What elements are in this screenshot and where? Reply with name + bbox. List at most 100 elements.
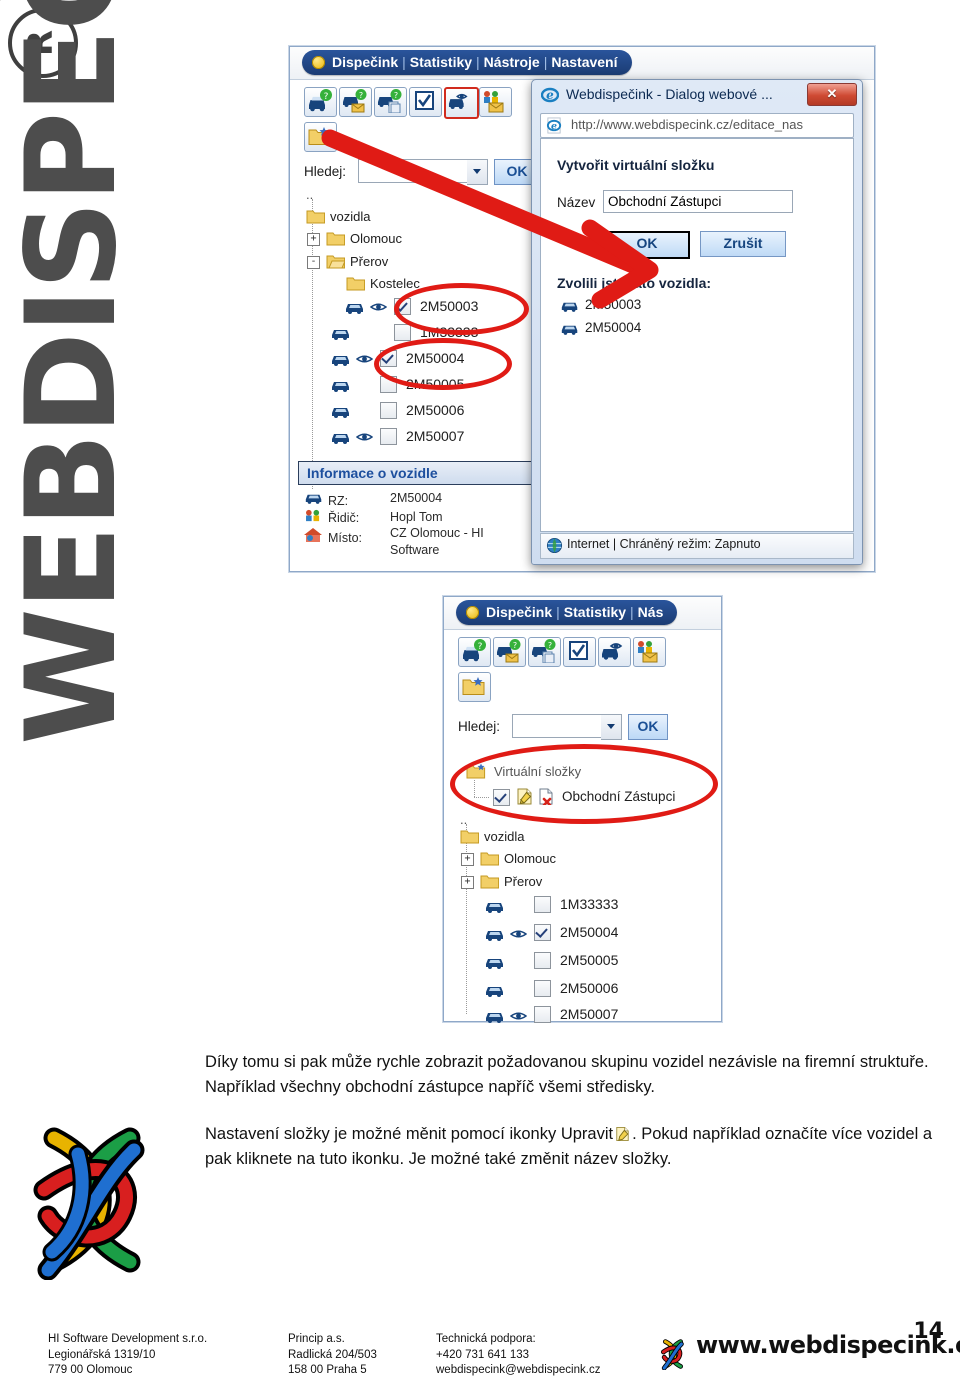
footer-url-text: www.webdispecink.cz [696, 1331, 960, 1359]
new-folder-icon-button[interactable] [458, 672, 491, 702]
svg-text:?: ? [324, 92, 329, 102]
tree-node-olomouc[interactable]: Olomouc [504, 851, 556, 866]
folder-icon [306, 209, 326, 224]
ie-address-text: http://www.webdispecink.cz/editace_nas [571, 117, 803, 132]
tree-node-prerov[interactable]: Přerov [350, 254, 388, 269]
menu-items[interactable]: Dispečink | Statistiky | Nástroje | Nastavení [302, 50, 632, 75]
vehicle-eye-icon-button[interactable] [598, 637, 631, 667]
tree-node-vozidla[interactable]: vozidla [330, 209, 370, 224]
checkbox-icon-button[interactable] [409, 87, 442, 117]
search-ok-button[interactable]: OK [628, 714, 668, 740]
folder-icon [346, 276, 366, 291]
paragraph-2: Nastavení složky je možné měnit pomocí i… [205, 1122, 950, 1172]
footer-line: 779 00 Olomouc [48, 1364, 133, 1376]
vehicle-checkbox[interactable] [534, 896, 551, 913]
menu-separator: | [630, 604, 634, 620]
search-input[interactable] [358, 159, 472, 183]
collapse-prerov-button[interactable]: - [307, 256, 320, 269]
app-menubar: Dispečink | Statistiky | Nás [444, 597, 721, 630]
menu-items[interactable]: Dispečink | Statistiky | Nás [456, 600, 678, 625]
ie-dialog-title: Webdispečink - Dialog webové ... [566, 86, 773, 102]
folder-name-input[interactable] [603, 190, 793, 213]
folder-open-icon [326, 254, 346, 269]
folder-icon [480, 874, 500, 889]
vehicle-checkbox[interactable] [534, 952, 551, 969]
menu-item-nastroje[interactable]: Nás [638, 604, 664, 620]
svg-text:?: ? [359, 91, 363, 100]
footer-line: 158 00 Praha 5 [288, 1364, 367, 1376]
vehicle-checkbox[interactable] [534, 980, 551, 997]
svg-text:?: ? [394, 91, 398, 100]
new-folder-icon-button[interactable] [304, 122, 337, 152]
edit-icon [615, 1125, 630, 1142]
tree-node-kostelec[interactable]: Kostelec [370, 276, 420, 291]
menu-separator: | [402, 54, 406, 70]
search-label: Hledej: [458, 719, 501, 734]
menu-item-statistiky[interactable]: Statistiky [564, 604, 626, 620]
vehicle-info-label: Místo: [328, 531, 363, 545]
svg-text:e: e [551, 121, 557, 132]
menu-item-nastroje[interactable]: Nástroje [484, 54, 540, 70]
vehicle-label[interactable]: 1M33333 [560, 896, 618, 912]
group-mail-icon-button[interactable] [479, 87, 512, 117]
vehicle-question-icon-button[interactable]: ? [458, 637, 491, 667]
vehicle-copy-icon-button[interactable]: ? [374, 87, 407, 117]
ie-address-bar[interactable]: e http://www.webdispecink.cz/editace_nas [540, 113, 854, 138]
dialog-ok-button[interactable]: OK [604, 231, 690, 259]
group-mail-icon-button[interactable] [633, 637, 666, 667]
vehicle-checkbox[interactable] [380, 402, 397, 419]
svg-text:?: ? [478, 642, 483, 652]
menu-separator: | [556, 604, 560, 620]
tree-node-prerov[interactable]: Přerov [504, 874, 542, 889]
paragraph-1: Díky tomu si pak může rychle zobrazit po… [205, 1053, 929, 1096]
menu-item-dispecink[interactable]: Dispečink [486, 604, 552, 620]
vehicle-mail-icon-button[interactable]: ? [339, 87, 372, 117]
tree-node-olomouc[interactable]: Olomouc [350, 231, 402, 246]
search-label: Hledej: [304, 164, 347, 179]
search-dropdown-button[interactable] [601, 714, 622, 740]
menu-item-statistiky[interactable]: Statistiky [410, 54, 472, 70]
selected-vehicle-label: 2M50004 [585, 320, 642, 335]
footer-line: webdispecink@webdispecink.cz [436, 1364, 601, 1376]
webdispecink-flower-logo [22, 1120, 162, 1281]
expand-prerov-button[interactable]: + [461, 876, 474, 889]
selected-vehicle-label: 2M50003 [585, 297, 642, 312]
ie-status-text: Internet | Chráněný režim: Zapnuto [567, 537, 761, 551]
menu-item-nastaveni[interactable]: Nastavení [551, 54, 617, 70]
vehicle-info-value: 2M50004 [390, 491, 443, 505]
vehicle-label[interactable]: 2M50007 [406, 428, 464, 444]
search-dropdown-button[interactable] [467, 159, 488, 185]
vehicle-question-icon-button[interactable]: ? [304, 87, 337, 117]
status-dot-icon [312, 56, 325, 69]
close-icon[interactable]: ✕ [807, 83, 857, 106]
ie-dialog-titlebar[interactable]: e Webdispečink - Dialog webové ... ✕ [532, 80, 862, 110]
vehicle-checkbox[interactable] [534, 924, 551, 941]
vehicle-eye-icon-button[interactable] [444, 87, 479, 119]
vehicle-label[interactable]: 2M50006 [406, 402, 464, 418]
menu-item-dispecink[interactable]: Dispečink [332, 54, 398, 70]
dialog-cancel-button[interactable]: Zrušit [700, 231, 786, 257]
footer-url: www.webdispecink.cz® [696, 1333, 960, 1357]
vehicle-copy-icon-button[interactable]: ? [528, 637, 561, 667]
vehicle-label[interactable]: 2M50006 [560, 980, 618, 996]
footer-column-company: HI Software Development s.r.o. Legionářs… [48, 1332, 207, 1379]
vehicle-info-title: Informace o vozidle [298, 461, 556, 485]
vehicle-mail-icon-button[interactable]: ? [493, 637, 526, 667]
vehicle-label[interactable]: 2M50005 [560, 952, 618, 968]
ie-status-bar: Internet | Chráněný režim: Zapnuto [540, 533, 854, 559]
vehicle-checkbox[interactable] [394, 324, 411, 341]
annotation-ellipse-vehicle-1 [394, 283, 529, 335]
menu-separator: | [543, 54, 548, 70]
vehicle-label[interactable]: 2M50004 [560, 924, 618, 940]
checkbox-icon-button[interactable] [563, 637, 596, 667]
dialog-heading: Vytvořit virtuální složku [557, 157, 715, 173]
expand-olomouc-button[interactable]: + [307, 233, 320, 246]
ie-dialog-content: Vytvořit virtuální složku Název OK Zruši… [540, 138, 854, 532]
vehicle-checkbox[interactable] [380, 428, 397, 445]
expand-olomouc-button[interactable]: + [461, 853, 474, 866]
footer-column-support: Technická podpora: +420 731 641 133 webd… [436, 1332, 600, 1379]
vehicle-info-value: Hopl Tom [390, 510, 443, 524]
svg-text:e: e [546, 88, 554, 102]
tree-node-vozidla[interactable]: vozidla [484, 829, 524, 844]
search-input[interactable] [512, 714, 606, 738]
